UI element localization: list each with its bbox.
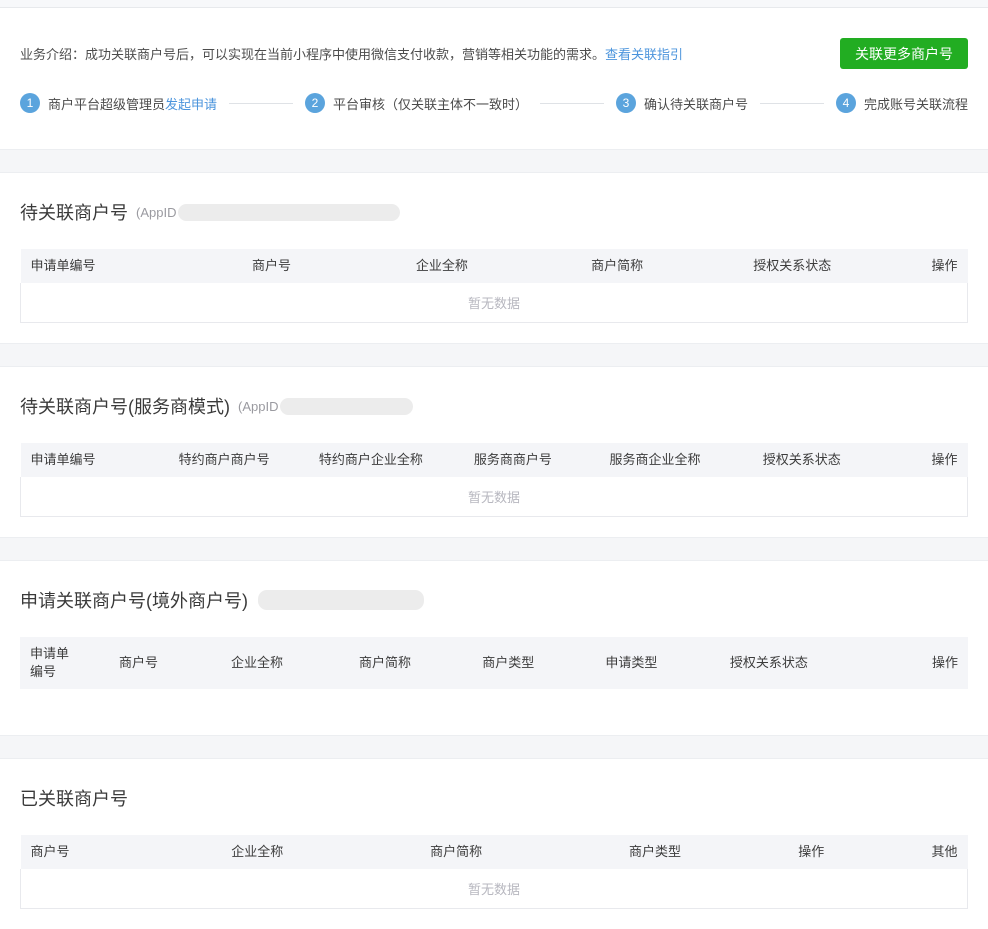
- section-overseas-merchants: 申请关联商户号(境外商户号) 申请单编号 商户号 企业全称 商户简称 商户类型 …: [0, 561, 988, 735]
- col-header: 商户简称: [323, 637, 447, 689]
- col-header: 其他: [872, 835, 968, 869]
- section-title: 申请关联商户号(境外商户号): [20, 591, 248, 611]
- service-provider-table: 申请单编号 特约商户商户号 特约商户企业全称 服务商商户号 服务商企业全称 授权…: [20, 443, 968, 517]
- col-header: 商户号: [190, 249, 352, 283]
- appid-redacted-value: [178, 203, 401, 221]
- col-header: 申请类型: [569, 637, 694, 689]
- empty-row: 暂无数据: [20, 477, 968, 517]
- col-header: 特约商户商户号: [153, 443, 296, 477]
- step-3-label: 确认待关联商户号: [643, 96, 748, 112]
- empty-row: 暂无数据: [20, 869, 968, 909]
- step-connector: [760, 102, 824, 104]
- step-1-badge: 1: [20, 93, 40, 113]
- section-gap: [0, 343, 988, 367]
- section-title-row: 待关联商户号 (AppID: [20, 173, 968, 249]
- col-header: 服务商商户号: [446, 443, 580, 477]
- top-divider: [0, 0, 988, 8]
- step-4-badge: 4: [835, 93, 856, 113]
- step-connector: [229, 102, 293, 104]
- col-header: 授权关系状态: [730, 443, 873, 477]
- table-header-row: 申请单编号 特约商户商户号 特约商户企业全称 服务商商户号 服务商企业全称 授权…: [20, 443, 968, 477]
- col-header: 商户类型: [446, 637, 570, 689]
- section-title-row: 已关联商户号: [20, 759, 968, 835]
- col-header: 授权关系状态: [693, 637, 845, 689]
- section-pending-merchants: 待关联商户号 (AppID 申请单编号 商户号 企业全称 商户简称 授权关系状态…: [0, 173, 988, 343]
- col-header: 申请单编号: [20, 637, 87, 689]
- col-header: 商户号: [20, 835, 163, 869]
- section-title: 待关联商户号: [20, 203, 128, 223]
- intro-description: 业务介绍：成功关联商户号后，可以实现在当前小程序中使用微信支付收款，营销等相关功…: [20, 47, 606, 62]
- section-title-row: 待关联商户号(服务商模式) (AppID: [20, 367, 968, 443]
- section-gap: [0, 537, 988, 561]
- table-header-row: 商户号 企业全称 商户简称 商户类型 操作 其他: [20, 835, 968, 869]
- associated-merchants-table: 商户号 企业全称 商户简称 商户类型 操作 其他 暂无数据: [20, 835, 968, 909]
- col-header: 商户简称: [531, 249, 703, 283]
- steps-bar: 1 商户平台超级管理员 发起申请 2 平台审核（仅关联主体不一致时） 3 确认待关…: [20, 93, 968, 113]
- col-header: 申请单编号: [20, 249, 191, 283]
- col-header: 企业全称: [190, 637, 324, 689]
- overseas-merchants-table: 申请单编号 商户号 企业全称 商户简称 商户类型 申请类型 授权关系状态 操作: [20, 637, 968, 689]
- view-guide-link[interactable]: 查看关联指引: [605, 47, 683, 62]
- col-header: 商户号: [86, 637, 191, 689]
- section-title-row: 申请关联商户号(境外商户号): [20, 561, 968, 637]
- step-1-initiate-link[interactable]: 发起申请: [165, 94, 217, 113]
- step-3-badge: 3: [615, 93, 636, 113]
- step-1-label: 商户平台超级管理员: [48, 96, 166, 112]
- step-4: 4 完成账号关联流程: [835, 93, 968, 113]
- step-4-label: 完成账号关联流程: [863, 96, 968, 112]
- col-header: 企业全称: [162, 835, 352, 869]
- col-header: 操作: [749, 835, 873, 869]
- step-2-label: 平台审核（仅关联主体不一致时）: [333, 96, 529, 112]
- step-2: 2 平台审核（仅关联主体不一致时）: [305, 93, 528, 113]
- col-header: 操作: [872, 443, 968, 477]
- col-header: 服务商企业全称: [579, 443, 731, 477]
- appid-redacted-value: [280, 397, 414, 415]
- empty-state-text: 暂无数据: [20, 283, 968, 323]
- step-2-badge: 2: [305, 93, 325, 113]
- appid-label: (AppID: [136, 204, 177, 220]
- associate-more-button[interactable]: 关联更多商户号: [840, 38, 968, 69]
- table-header-row: 申请单编号 商户号 企业全称 商户简称 授权关系状态 操作: [20, 249, 968, 283]
- section-associated-merchants: 已关联商户号 商户号 企业全称 商户简称 商户类型 操作 其他 暂无数据: [0, 759, 988, 929]
- col-header: 授权关系状态: [702, 249, 883, 283]
- redacted-value: [258, 590, 424, 610]
- empty-row: 暂无数据: [20, 283, 968, 323]
- empty-state-text: 暂无数据: [20, 477, 968, 517]
- intro-text: 业务介绍：成功关联商户号后，可以实现在当前小程序中使用微信支付收款，营销等相关功…: [20, 44, 683, 63]
- col-header: 商户类型: [560, 835, 750, 869]
- section-pending-service-provider: 待关联商户号(服务商模式) (AppID 申请单编号 特约商户商户号 特约商户企…: [0, 367, 988, 537]
- section-title: 待关联商户号(服务商模式): [20, 397, 230, 417]
- section-gap: [0, 149, 988, 173]
- section-gap: [0, 735, 988, 759]
- step-connector: [540, 102, 604, 104]
- table-header-row: 申请单编号 商户号 企业全称 商户简称 商户类型 申请类型 授权关系状态 操作: [20, 637, 968, 689]
- col-header: 申请单编号: [20, 443, 154, 477]
- empty-state-text: 暂无数据: [20, 869, 968, 909]
- step-1: 1 商户平台超级管理员 发起申请: [20, 93, 217, 113]
- intro-panel: 业务介绍：成功关联商户号后，可以实现在当前小程序中使用微信支付收款，营销等相关功…: [0, 8, 988, 149]
- pending-merchants-table: 申请单编号 商户号 企业全称 商户简称 授权关系状态 操作 暂无数据: [20, 249, 968, 323]
- step-3: 3 确认待关联商户号: [615, 93, 748, 113]
- section-title: 已关联商户号: [20, 789, 128, 809]
- appid-label: (AppID: [238, 398, 279, 414]
- col-header: 操作: [844, 637, 968, 689]
- col-header: 企业全称: [351, 249, 532, 283]
- col-header: 特约商户企业全称: [295, 443, 447, 477]
- col-header: 商户简称: [351, 835, 561, 869]
- col-header: 操作: [882, 249, 968, 283]
